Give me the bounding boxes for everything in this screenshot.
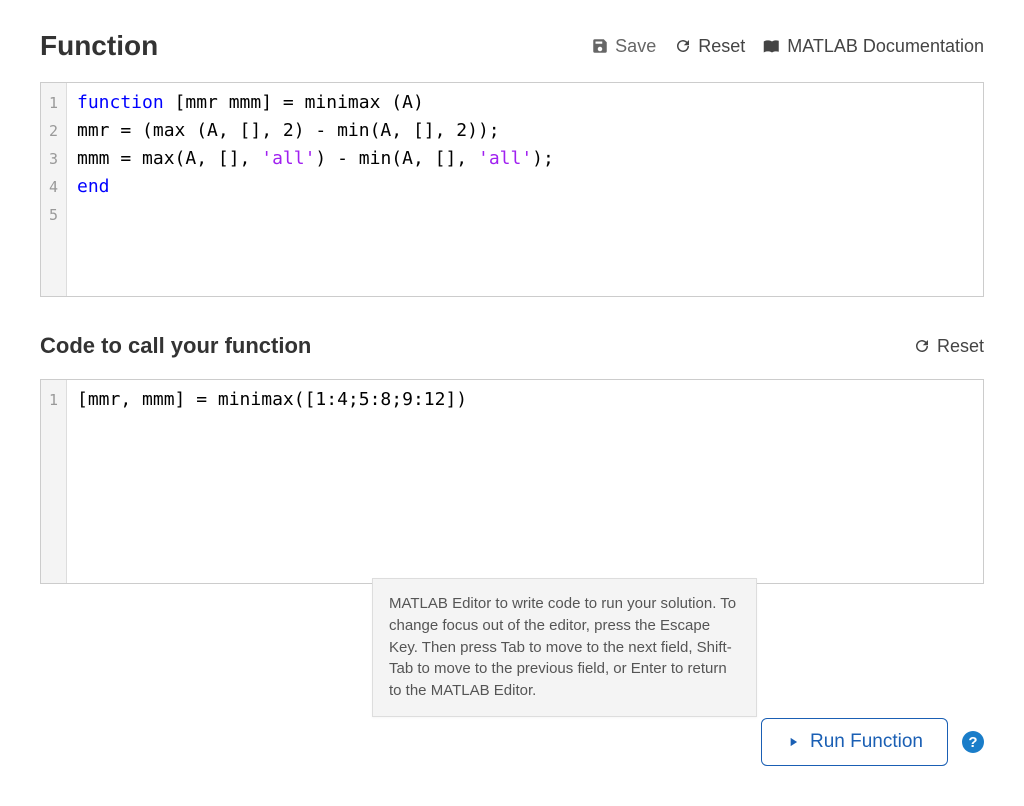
editor-tooltip: MATLAB Editor to write code to run your …: [372, 578, 757, 717]
code-line[interactable]: function [mmr mmm] = minimax (A): [77, 89, 554, 117]
function-gutter: 12345: [41, 83, 67, 296]
line-number: 3: [47, 145, 58, 173]
help-button[interactable]: ?: [962, 731, 984, 753]
reset-icon: [913, 337, 931, 355]
footer-row: Run Function ?: [761, 718, 984, 766]
function-code-editor[interactable]: 12345 function [mmr mmm] = minimax (A)mm…: [40, 82, 984, 297]
line-number: 5: [47, 201, 58, 229]
documentation-button[interactable]: MATLAB Documentation: [763, 36, 984, 57]
function-code-area[interactable]: function [mmr mmm] = minimax (A)mmr = (m…: [67, 83, 564, 296]
run-function-button[interactable]: Run Function: [761, 718, 948, 766]
line-number: 2: [47, 117, 58, 145]
code-line[interactable]: [mmr, mmm] = minimax([1:4;5:8;9:12]): [77, 386, 467, 414]
caller-gutter: 1: [41, 380, 67, 583]
function-section-header: Function Save Reset MATLAB Documentation: [40, 30, 984, 62]
save-icon: [591, 37, 609, 55]
code-line[interactable]: end: [77, 173, 554, 201]
reset-caller-label: Reset: [937, 336, 984, 357]
doc-label: MATLAB Documentation: [787, 36, 984, 57]
caller-code-editor[interactable]: 1 [mmr, mmm] = minimax([1:4;5:8;9:12]): [40, 379, 984, 584]
reset-caller-button[interactable]: Reset: [913, 336, 984, 357]
line-number: 1: [47, 386, 58, 414]
save-label: Save: [615, 36, 656, 57]
reset-function-button[interactable]: Reset: [674, 36, 745, 57]
play-icon: [786, 735, 800, 749]
caller-section-header: Code to call your function Reset: [40, 333, 984, 359]
code-line[interactable]: mmr = (max (A, [], 2) - min(A, [], 2));: [77, 117, 554, 145]
function-title: Function: [40, 30, 158, 62]
book-icon: [763, 37, 781, 55]
save-button[interactable]: Save: [591, 36, 656, 57]
caller-title: Code to call your function: [40, 333, 311, 359]
reset-label: Reset: [698, 36, 745, 57]
code-line[interactable]: [77, 201, 554, 229]
code-line[interactable]: mmm = max(A, [], 'all') - min(A, [], 'al…: [77, 145, 554, 173]
reset-icon: [674, 37, 692, 55]
run-button-label: Run Function: [810, 731, 923, 753]
caller-code-area[interactable]: [mmr, mmm] = minimax([1:4;5:8;9:12]): [67, 380, 477, 583]
caller-toolbar: Reset: [913, 336, 984, 357]
line-number: 4: [47, 173, 58, 201]
line-number: 1: [47, 89, 58, 117]
function-toolbar: Save Reset MATLAB Documentation: [591, 36, 984, 57]
